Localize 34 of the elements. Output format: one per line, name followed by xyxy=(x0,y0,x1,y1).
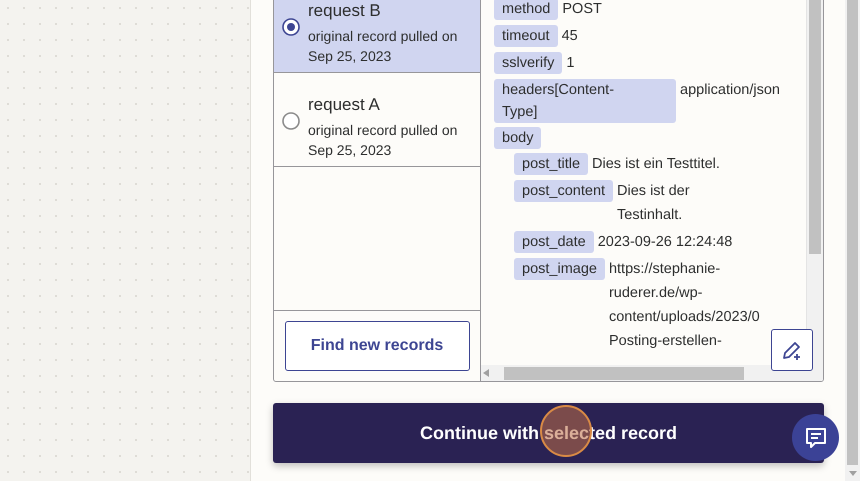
page-scrollbar[interactable] xyxy=(845,0,860,481)
field-key: sslverify xyxy=(494,52,562,74)
scroll-left-icon[interactable] xyxy=(483,369,489,377)
chat-icon xyxy=(804,426,828,450)
field-value: POST xyxy=(562,0,602,19)
find-records-button[interactable]: Find new records xyxy=(284,321,470,371)
field-key: timeout xyxy=(494,25,558,47)
radio-button[interactable] xyxy=(282,112,300,130)
field-key: post_date xyxy=(514,231,594,253)
record-subtitle: original record pulled on Sep 25, 2023 xyxy=(308,27,458,66)
field-value: application/json xyxy=(680,81,780,100)
chat-button[interactable] xyxy=(792,414,839,461)
record-item[interactable]: request B original record pulled on Sep 25, 2023 xyxy=(274,0,480,73)
vertical-scrollbar[interactable] xyxy=(806,0,823,365)
field-key: post_image xyxy=(514,258,605,280)
field-key: post_title xyxy=(514,153,588,175)
horizontal-scrollbar[interactable] xyxy=(481,365,823,381)
record-title: request B xyxy=(308,0,382,22)
radio-button[interactable] xyxy=(282,18,300,36)
field-value: https://stephanie- ruderer.de/wp- content/uploads/2023/0 Posting-erstellen- xyxy=(608,260,760,351)
edit-button[interactable] xyxy=(771,329,813,371)
field-key: post_content xyxy=(514,180,614,202)
record-subtitle: original record pulled on Sep 25, 2023 xyxy=(308,121,458,160)
field-value: Dies ist der Testinhalt. xyxy=(617,182,690,225)
scroll-down-icon[interactable] xyxy=(848,470,856,476)
field-value: 45 xyxy=(562,27,578,46)
field-value: Dies ist ein Testtitel. xyxy=(592,155,720,174)
field-key: body xyxy=(494,127,542,149)
field-value: 1 xyxy=(566,54,574,73)
record-item[interactable]: request A original record pulled on Sep 25, 2023 xyxy=(274,73,480,167)
record-title: request A xyxy=(308,94,381,116)
continue-button[interactable]: Continue with selected record xyxy=(273,403,824,463)
field-key: method xyxy=(494,0,558,20)
field-value: 2023-09-26 12:24:48 xyxy=(598,233,732,252)
